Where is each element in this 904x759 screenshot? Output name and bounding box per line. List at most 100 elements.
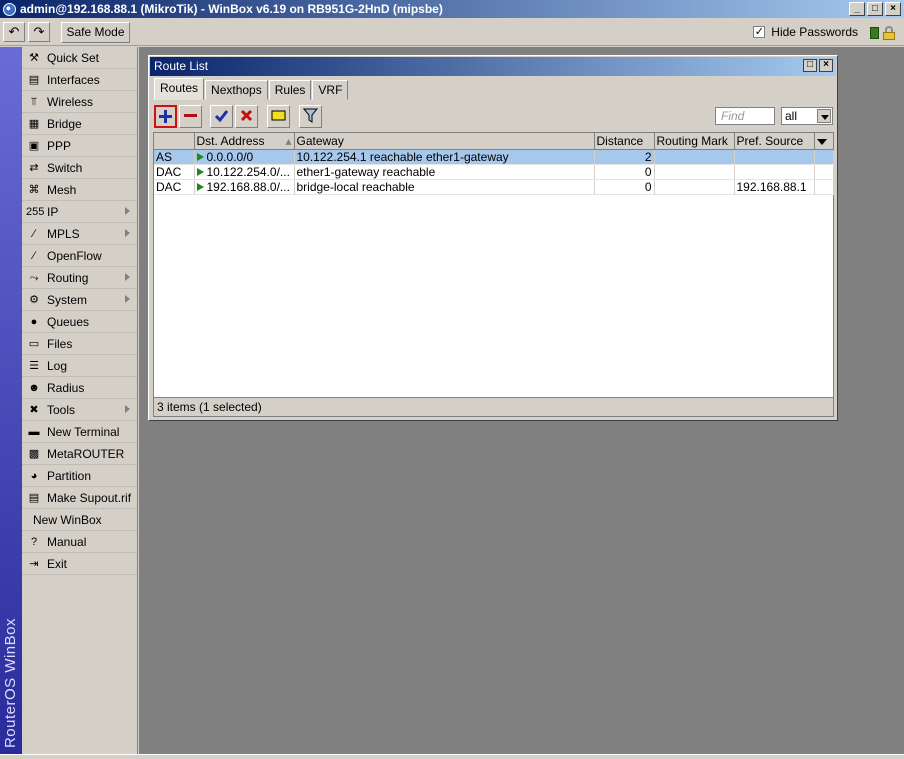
status-bar: 3 items (1 selected): [153, 398, 834, 417]
menu-item-mpls[interactable]: ∕ MPLS: [22, 223, 137, 245]
menu-item-files[interactable]: ▭ Files: [22, 333, 137, 355]
hide-passwords-toggle[interactable]: ✓ Hide Passwords: [753, 25, 858, 39]
chevron-down-icon[interactable]: [817, 109, 831, 123]
menu-item-mesh[interactable]: ⌘ Mesh: [22, 179, 137, 201]
col-routing-mark[interactable]: Routing Mark: [654, 133, 735, 150]
filter-select[interactable]: all: [781, 107, 833, 125]
menu-item-make-supout-rif[interactable]: ▤ Make Supout.rif: [22, 487, 137, 509]
filter-button[interactable]: [299, 105, 322, 128]
tab-rules[interactable]: Rules: [268, 80, 312, 100]
cell-flags: DAC: [154, 164, 195, 180]
menu-item-label: Radius: [47, 380, 85, 395]
enable-button[interactable]: [210, 105, 233, 128]
flag-icon: [196, 167, 204, 176]
menu-item-new-winbox[interactable]: New WinBox: [22, 509, 137, 531]
manual-icon: ?: [30, 535, 38, 548]
close-button[interactable]: ×: [885, 2, 901, 16]
tab-routes[interactable]: Routes: [154, 78, 205, 100]
terminal-icon: ▬: [28, 425, 40, 438]
menu-item-system[interactable]: ⚙ System: [22, 289, 137, 311]
menu-item-manual[interactable]: ? Manual: [22, 531, 137, 553]
menu-item-bridge[interactable]: ▦ Bridge: [22, 113, 137, 135]
cell-gateway: bridge-local reachable: [294, 179, 595, 195]
tab-nexthops[interactable]: Nexthops: [205, 80, 268, 100]
table-row[interactable]: AS 0.0.0.0/0 10.122.254.1 reachable ethe…: [154, 149, 834, 165]
safe-mode-button[interactable]: Safe Mode: [61, 22, 130, 43]
hide-passwords-label: Hide Passwords: [771, 25, 858, 39]
cross-icon: [240, 109, 253, 122]
menu-item-label: New WinBox: [33, 512, 102, 527]
menu-item-tools[interactable]: ✖ Tools: [22, 399, 137, 421]
undo-button[interactable]: ↶: [3, 22, 25, 42]
menu-item-label: Manual: [47, 534, 87, 549]
supout-icon: ▤: [28, 491, 40, 504]
menu-item-label: Exit: [47, 556, 68, 571]
route-toolbar: Find all: [153, 104, 833, 130]
routes-table: Dst. Address ▴ Gateway Distance Routing M…: [153, 132, 834, 398]
menu-item-interfaces[interactable]: ▤ Interfaces: [22, 69, 137, 91]
menu-item-label: System: [47, 292, 88, 307]
menu-item-queues[interactable]: ● Queues: [22, 311, 137, 333]
cell-pref-source: [734, 164, 815, 180]
minimize-button[interactable]: _: [849, 2, 865, 16]
menu-item-metarouter[interactable]: ▩ MetaROUTER: [22, 443, 137, 465]
menu-item-new-terminal[interactable]: ▬ New Terminal: [22, 421, 137, 443]
tools-icon: ✖: [29, 403, 39, 416]
partition-icon: ◕: [30, 469, 38, 482]
cell-distance: 2: [594, 149, 655, 165]
menu-item-ip[interactable]: 255 IP: [22, 201, 137, 223]
menu-item-openflow[interactable]: ∕ OpenFlow: [22, 245, 137, 267]
menu-item-partition[interactable]: ◕ Partition: [22, 465, 137, 487]
cell-dst: 0.0.0.0/0: [194, 149, 295, 165]
log-icon: ☰: [29, 359, 39, 372]
chevron-right-icon: [125, 229, 130, 237]
menu-item-label: Mesh: [47, 182, 77, 197]
find-input[interactable]: Find: [715, 107, 775, 125]
maximize-button[interactable]: □: [867, 2, 883, 16]
add-button[interactable]: [154, 105, 177, 128]
menu-item-label: Make Supout.rif: [47, 490, 132, 505]
menu-item-switch[interactable]: ⇄ Switch: [22, 157, 137, 179]
side-menu: ⚒ Quick Set ▤ Interfaces ⫪ Wireless ▦ Bridge ▣ PP…: [22, 47, 138, 754]
table-row[interactable]: DAC 192.168.88.0/... bridge-local reacha…: [154, 179, 834, 195]
menu-item-wireless[interactable]: ⫪ Wireless: [22, 91, 137, 113]
mesh-icon: ⌘: [28, 183, 40, 196]
menu-item-label: MetaROUTER: [47, 446, 125, 461]
menu-item-label: Routing: [47, 270, 89, 285]
hide-passwords-checkbox[interactable]: ✓: [753, 26, 766, 38]
disable-button[interactable]: [235, 105, 258, 128]
menu-item-label: New Terminal: [47, 424, 120, 439]
col-distance[interactable]: Distance: [594, 133, 655, 150]
route-list-close-button[interactable]: ×: [819, 59, 833, 72]
lock-icon: [883, 26, 895, 40]
col-gateway[interactable]: Gateway: [294, 133, 595, 150]
menu-item-label: IP: [47, 204, 59, 219]
route-list-maximize-button[interactable]: □: [803, 59, 817, 72]
system-icon: ⚙: [29, 293, 39, 306]
menu-item-radius[interactable]: ☻ Radius: [22, 377, 137, 399]
remove-button[interactable]: [179, 105, 202, 128]
menu-item-routing[interactable]: ⤳ Routing: [22, 267, 137, 289]
menu-item-ppp[interactable]: ▣ PPP: [22, 135, 137, 157]
table-row[interactable]: DAC 10.122.254.0/... ether1-gateway reac…: [154, 164, 834, 180]
filter-icon: [302, 108, 319, 123]
tab-vrf[interactable]: VRF: [312, 80, 349, 100]
sort-up-icon: ▴: [285, 133, 292, 148]
menu-item-exit[interactable]: ⇥ Exit: [22, 553, 137, 575]
metarouter-icon: ▩: [28, 447, 40, 460]
route-list-titlebar[interactable]: Route List □ ×: [150, 57, 836, 76]
menu-item-label: Queues: [47, 314, 90, 329]
ip-icon: 255: [26, 205, 45, 218]
comment-button[interactable]: [267, 105, 290, 128]
col-flags[interactable]: [154, 133, 195, 150]
menu-item-label: PPP: [47, 138, 72, 153]
redo-button[interactable]: ↷: [28, 22, 50, 42]
col-pref-source[interactable]: Pref. Source: [734, 133, 815, 150]
cell-spacer: [814, 149, 834, 165]
menu-item-quick-set[interactable]: ⚒ Quick Set: [22, 47, 137, 69]
column-menu-button[interactable]: [814, 133, 834, 150]
menu-item-log[interactable]: ☰ Log: [22, 355, 137, 377]
chevron-right-icon: [125, 207, 130, 215]
cell-flags: AS: [154, 149, 195, 165]
col-dst-address[interactable]: Dst. Address ▴: [194, 133, 295, 150]
